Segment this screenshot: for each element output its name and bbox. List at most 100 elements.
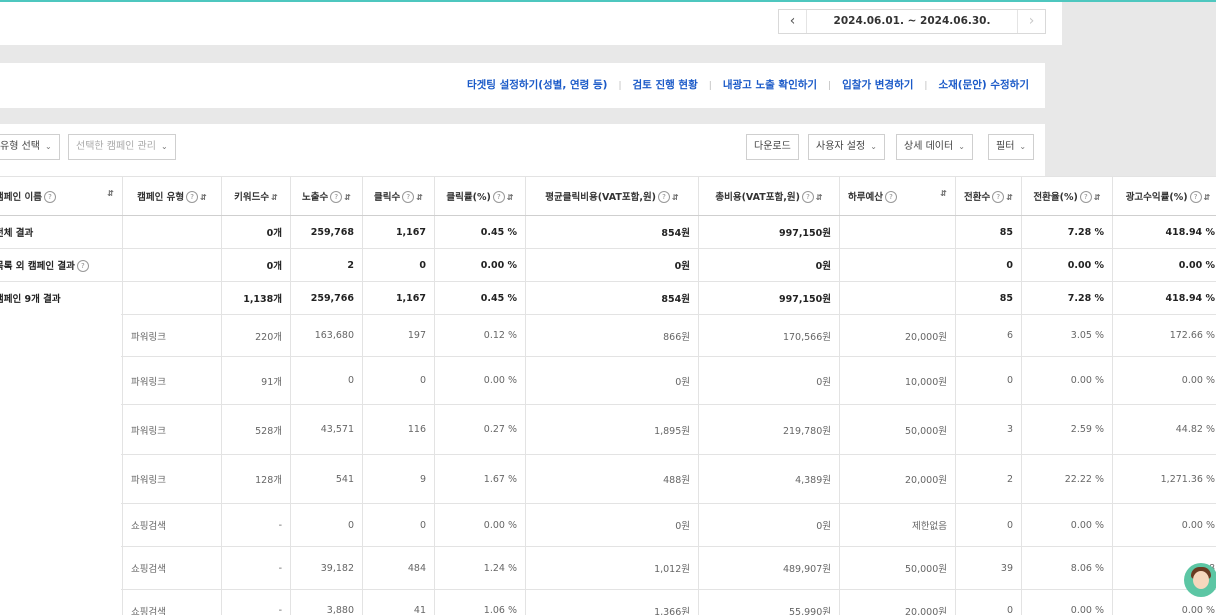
download-button[interactable]: 다운로드 bbox=[746, 134, 799, 160]
help-icon[interactable]: ? bbox=[1189, 191, 1202, 204]
sort-icon[interactable]: ⇵ bbox=[940, 189, 947, 198]
col-keywords[interactable]: 키워드수 ⇵ bbox=[221, 176, 291, 216]
chevron-down-icon: ⌄ bbox=[44, 142, 52, 151]
cell-daily-budget[interactable]: 50,000원 bbox=[839, 404, 956, 455]
summary-avg-cpc: 854원 bbox=[525, 215, 699, 249]
help-icon[interactable]: ? bbox=[1079, 191, 1092, 204]
cell-ctr: 0.00 % bbox=[434, 503, 526, 547]
manage-selected-dropdown[interactable]: 선택한 캠페인 관리 ⌄ bbox=[68, 134, 176, 160]
help-icon[interactable]: ? bbox=[330, 191, 343, 204]
link-separator: | bbox=[618, 81, 622, 91]
sort-icon[interactable]: ⇵ bbox=[271, 193, 278, 202]
chevron-down-icon: ⌄ bbox=[870, 142, 877, 151]
summary-budget bbox=[839, 281, 956, 315]
sort-icon[interactable]: ⇵ bbox=[200, 193, 207, 202]
help-icon[interactable]: ? bbox=[492, 191, 505, 204]
col-clicks[interactable]: 클릭수? ⇵ bbox=[362, 176, 435, 216]
cell-daily-budget[interactable]: 50,000원 bbox=[839, 546, 956, 590]
col-campaign-type[interactable]: 캠페인 유형? ⇵ bbox=[122, 176, 222, 216]
summary-ctr: 0.45 % bbox=[434, 215, 526, 249]
cell-total-cost: 489,907원 bbox=[698, 546, 840, 590]
col-avg-cpc[interactable]: 평균클릭비용(VAT포함,원)? ⇵ bbox=[525, 176, 699, 216]
help-icon[interactable]: ? bbox=[44, 191, 57, 204]
link-ad-exposure[interactable]: 내광고 노출 확인하기 bbox=[723, 79, 817, 91]
link-review-status[interactable]: 검토 진행 현황 bbox=[632, 79, 697, 91]
date-range-text[interactable]: 2024.06.01. ~ 2024.06.30. bbox=[806, 10, 1018, 33]
sort-icon[interactable]: ⇵ bbox=[1204, 193, 1211, 202]
sort-icon[interactable]: ⇵ bbox=[507, 193, 514, 202]
cell-daily-budget[interactable]: 20,000원 bbox=[839, 589, 956, 615]
summary-impressions: 259,766 bbox=[290, 281, 363, 315]
link-targeting[interactable]: 타겟팅 설정하기(성별, 연령 등) bbox=[467, 79, 607, 91]
help-icon[interactable]: ? bbox=[658, 191, 671, 204]
col-roas[interactable]: 광고수익률(%)? ⇵ bbox=[1112, 176, 1216, 216]
help-icon[interactable]: ? bbox=[186, 191, 199, 204]
table-row[interactable]: 파워링크 91개 0 0 0.00 % 0원 0원 10,000원 0 0.00 % 0.00 % bbox=[0, 356, 1216, 405]
help-icon[interactable]: ? bbox=[402, 191, 415, 204]
cell-clicks: 0 bbox=[362, 356, 435, 405]
campaign-name-cover bbox=[0, 305, 121, 615]
cell-daily-budget[interactable]: 20,000원 bbox=[839, 454, 956, 504]
cell-daily-budget[interactable]: 20,000원 bbox=[839, 314, 956, 357]
summary-name-cell: 목록 외 캠페인 결과? bbox=[0, 248, 123, 282]
sort-icon[interactable]: ⇵ bbox=[1006, 193, 1013, 202]
summary-clicks: 1,167 bbox=[362, 215, 435, 249]
table-row[interactable]: 파워링크 128개 541 9 1.67 % 488원 4,389원 20,000원 2 22.2… bbox=[0, 454, 1216, 504]
col-total-cost[interactable]: 총비용(VAT포함,원)? ⇵ bbox=[698, 176, 840, 216]
help-icon[interactable]: ? bbox=[884, 191, 897, 204]
col-campaign-name[interactable]: 캠페인 이름? ⇵ bbox=[0, 176, 123, 216]
cell-daily-budget[interactable]: 10,000원 bbox=[839, 356, 956, 405]
chevron-left-icon[interactable]: ‹ bbox=[779, 10, 807, 33]
filter-dropdown[interactable]: 필터 ⌄ bbox=[988, 134, 1035, 160]
sort-icon[interactable]: ⇵ bbox=[344, 193, 351, 202]
cell-conversions: 0 bbox=[955, 356, 1022, 405]
date-range-picker[interactable]: ‹ 2024.06.01. ~ 2024.06.30. › bbox=[778, 9, 1046, 34]
link-edit-creative[interactable]: 소재(문안) 수정하기 bbox=[938, 79, 1029, 91]
cell-ctr: 0.12 % bbox=[434, 314, 526, 357]
table-row[interactable]: 파워링크 220개 163,680 197 0.12 % 866원 170,566원 20,0… bbox=[0, 314, 1216, 357]
type-select-dropdown[interactable]: 유형 선택 ⌄ bbox=[0, 134, 60, 160]
cell-type: 파워링크 bbox=[122, 356, 222, 405]
table-row[interactable]: 파워링크 528개 43,571 116 0.27 % 1,895원 219,780원 50,… bbox=[0, 404, 1216, 455]
cell-ctr: 1.06 % bbox=[434, 589, 526, 615]
quick-links-panel: 타겟팅 설정하기(성별, 연령 등) | 검토 진행 현황 | 내광고 노출 확인하기 |… bbox=[0, 63, 1045, 108]
col-conv-rate[interactable]: 전환율(%)? ⇵ bbox=[1021, 176, 1113, 216]
sort-icon[interactable]: ⇵ bbox=[416, 193, 423, 202]
detail-data-dropdown[interactable]: 상세 데이터 ⌄ bbox=[896, 134, 973, 160]
help-icon[interactable]: ? bbox=[992, 191, 1005, 204]
table-row[interactable]: 쇼핑검색 -3,880 41 1.06 % 1,366원 55,990원 20,000원 0 0… bbox=[0, 589, 1216, 615]
link-change-bid[interactable]: 입찰가 변경하기 bbox=[842, 79, 913, 91]
cell-conv-rate: 0.00 % bbox=[1021, 356, 1113, 405]
filter-label: 필터 bbox=[996, 141, 1015, 152]
sort-icon[interactable]: ⇵ bbox=[672, 193, 679, 202]
table-row[interactable]: 쇼핑검색 -39,182 484 1.24 % 1,012원 489,907원 50,000… bbox=[0, 546, 1216, 590]
cell-type: 쇼핑검색 bbox=[122, 589, 222, 615]
chat-assistant-avatar-icon[interactable] bbox=[1184, 563, 1216, 597]
col-label: 노출수 bbox=[302, 191, 329, 203]
manage-selected-label: 선택한 캠페인 관리 bbox=[76, 141, 156, 152]
user-settings-dropdown[interactable]: 사용자 설정 ⌄ bbox=[808, 134, 885, 160]
summary-total-cost: 0원 bbox=[698, 248, 840, 282]
col-impressions[interactable]: 노출수? ⇵ bbox=[290, 176, 363, 216]
col-ctr[interactable]: 클릭률(%)? ⇵ bbox=[434, 176, 526, 216]
cell-clicks: 197 bbox=[362, 314, 435, 357]
sort-icon[interactable]: ⇵ bbox=[107, 189, 114, 198]
cell-avg-cpc: 1,895원 bbox=[525, 404, 699, 455]
chevron-right-icon[interactable]: › bbox=[1017, 10, 1045, 33]
link-separator: | bbox=[708, 81, 712, 91]
summary-impressions: 259,768 bbox=[290, 215, 363, 249]
help-icon[interactable]: ? bbox=[76, 260, 89, 273]
cell-keywords: - bbox=[221, 503, 291, 547]
help-icon[interactable]: ? bbox=[801, 191, 814, 204]
table-row[interactable]: 쇼핑검색 -0 0 0.00 % 0원 0원 제한없음 0 0.00 % 0.00 % bbox=[0, 503, 1216, 547]
summary-impressions: 2 bbox=[290, 248, 363, 282]
sort-icon[interactable]: ⇵ bbox=[1094, 193, 1101, 202]
cell-daily-budget[interactable]: 제한없음 bbox=[839, 503, 956, 547]
sort-icon[interactable]: ⇵ bbox=[816, 193, 823, 202]
col-daily-budget[interactable]: 하루예산? ⇵ bbox=[839, 176, 956, 216]
col-label: 클릭수 bbox=[374, 191, 401, 203]
cell-keywords: - bbox=[221, 546, 291, 590]
summary-type bbox=[122, 248, 222, 282]
cell-ctr: 0.00 % bbox=[434, 356, 526, 405]
col-conversions[interactable]: 전환수? ⇵ bbox=[955, 176, 1022, 216]
